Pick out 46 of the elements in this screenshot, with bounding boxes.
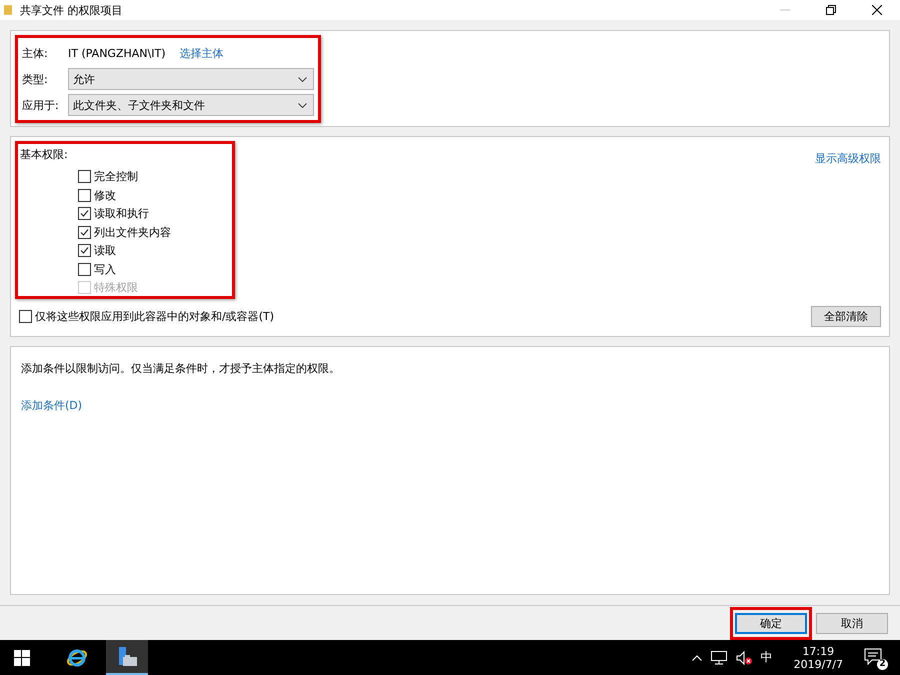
permission-checkbox[interactable] [78,244,91,258]
dialog-button[interactable]: 确定 [735,612,807,634]
apply-only-label[interactable]: 仅将这些权限应用到此容器中的对象和/或容器(T) [35,308,274,324]
windows-start-icon[interactable] [14,650,30,666]
window-title: 共享文件 的权限项目 [20,2,122,18]
apply-only-checkbox[interactable] [19,310,32,322]
applies-to-dropdown[interactable]: 此文件夹、子文件夹和文件 [68,94,314,116]
principal-value: IT (PANGZHAN\IT) [68,46,166,60]
close-icon[interactable] [872,5,882,15]
restore-icon[interactable] [826,5,836,15]
clear-all-button[interactable]: 全部清除 [811,306,881,326]
type-label: 类型: [22,72,49,86]
notification-count-badge: 2 [877,658,888,670]
applies-to-label: 应用于: [22,98,60,112]
permission-checkbox[interactable] [78,226,91,239]
clock-date[interactable]: 2019/7/7 [794,658,843,670]
permission-checkbox[interactable] [78,170,91,184]
basic-permissions-label: 基本权限: [20,147,69,162]
select-principal-link[interactable]: 选择主体 [179,46,224,60]
speaker-muted-icon[interactable] [736,650,752,664]
chevron-down-icon[interactable] [298,76,307,82]
chevron-down-icon[interactable] [298,102,307,108]
permission-label[interactable]: 列出文件夹内容 [94,224,171,240]
permission-checkbox[interactable] [78,188,91,202]
permission-label[interactable]: 读取 [94,243,116,258]
permission-label[interactable]: 修改 [94,188,116,203]
server-manager-taskbar-button[interactable] [106,640,148,675]
permission-checkbox[interactable] [78,207,91,220]
principal-label: 主体: [22,46,49,60]
folder-icon [4,4,12,16]
add-condition-link[interactable]: 添加条件(D) [21,398,82,413]
permission-checkbox[interactable] [78,262,91,276]
show-advanced-permissions-link[interactable]: 显示高级权限 [815,151,881,166]
input-method-indicator[interactable]: 中 [760,649,773,666]
browser-icon[interactable] [66,646,88,668]
permission-label: 特殊权限 [94,280,138,296]
caret-up-icon[interactable] [692,654,702,660]
type-dropdown[interactable]: 允许 [68,68,314,90]
permission-label[interactable]: 写入 [94,262,116,277]
notification-icon[interactable] [864,648,882,666]
network-icon[interactable] [710,650,727,664]
conditions-text: 添加条件以限制访问。仅当满足条件时，才授予主体指定的权限。 [21,361,340,376]
dialog-button[interactable]: 取消 [816,612,888,634]
permission-label[interactable]: 读取和执行 [94,206,149,222]
permission-label[interactable]: 完全控制 [94,169,138,184]
clock-time[interactable]: 17:19 [802,644,834,658]
